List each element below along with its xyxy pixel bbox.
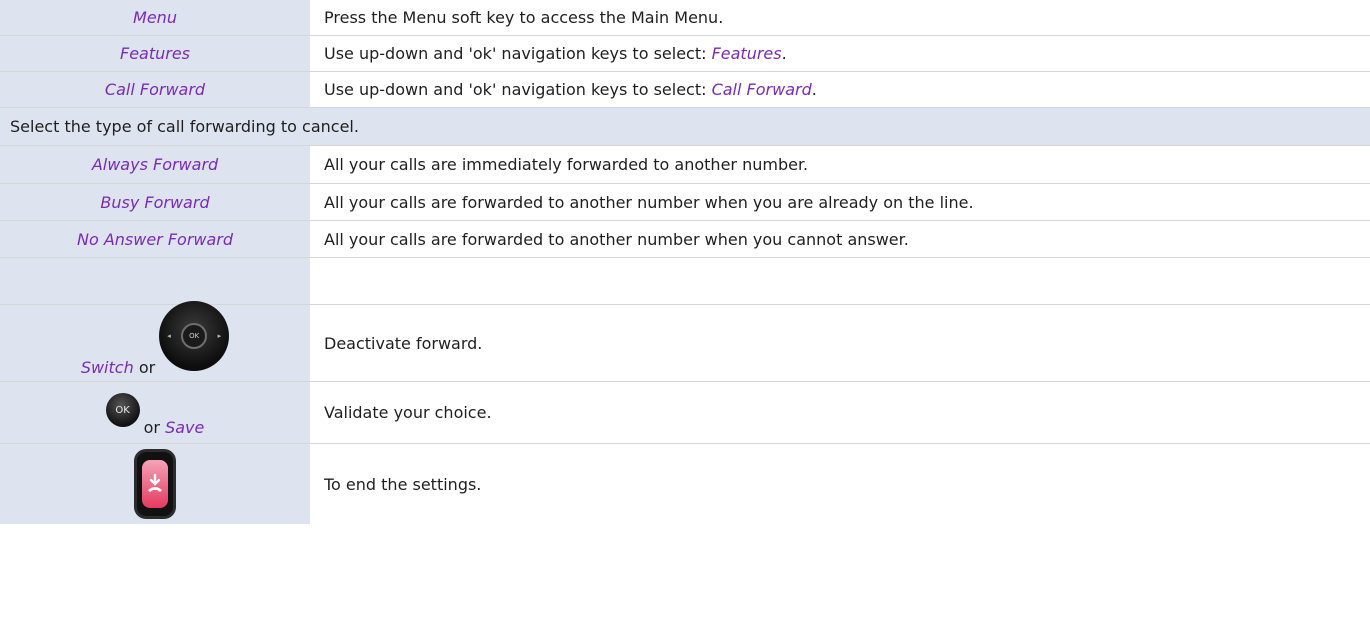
row-description: To end the settings.: [324, 474, 482, 494]
switch-label-group: Switch or: [81, 358, 155, 377]
always-forward-label: Always Forward: [91, 155, 219, 174]
left-arrow-icon: ◂: [167, 332, 171, 340]
description-text: Use up-down and 'ok' navigation keys to …: [324, 80, 712, 99]
table-row: Features Use up-down and 'ok' navigation…: [0, 36, 1370, 72]
row-key: Busy Forward: [0, 184, 310, 220]
table-row: Call Forward Use up-down and 'ok' naviga…: [0, 72, 1370, 108]
row-key: Features: [0, 36, 310, 71]
row-description: All your calls are forwarded to another …: [324, 192, 974, 212]
call-forward-label: Call Forward: [104, 80, 206, 99]
or-text: or: [138, 358, 156, 377]
description-suffix: .: [781, 44, 787, 63]
table-row: Menu Press the Menu soft key to access t…: [0, 0, 1370, 36]
save-label-group: or Save: [144, 418, 205, 437]
description-emphasis: Features: [711, 44, 782, 63]
row-description: Deactivate forward.: [324, 333, 483, 353]
table-row: Switch or ◂ OK ▸ Deactivate forward.: [0, 301, 1370, 382]
section-header: Select the type of call forwarding to ca…: [0, 108, 1370, 146]
table-row: To end the settings.: [0, 444, 1370, 524]
row-description: All your calls are forwarded to another …: [324, 229, 909, 249]
navigator-key-icon[interactable]: ◂ OK ▸: [159, 301, 230, 371]
table-row-empty: [0, 258, 1370, 305]
row-key: Call Forward: [0, 72, 310, 107]
row-description: Validate your choice.: [324, 403, 492, 422]
table-row: OK or Save Validate your choice.: [0, 382, 1370, 444]
hang-up-key-icon[interactable]: [134, 449, 176, 519]
no-answer-forward-label: No Answer Forward: [76, 229, 234, 249]
hang-up-glyph-icon: [148, 473, 162, 492]
description-suffix: .: [811, 80, 817, 99]
row-key: Menu: [0, 0, 310, 35]
table-row: Busy Forward All your calls are forwarde…: [0, 184, 1370, 221]
hang-up-red-key: [142, 460, 168, 508]
ok-key-icon[interactable]: OK: [105, 393, 140, 427]
row-key: Always Forward: [0, 146, 310, 183]
switch-softkey-label: Switch: [80, 358, 134, 377]
row-key: No Answer Forward: [0, 221, 310, 257]
instructions-table: Menu Press the Menu soft key to access t…: [0, 0, 1370, 524]
row-key: [0, 444, 310, 524]
table-row: No Answer Forward All your calls are for…: [0, 221, 1370, 258]
features-label: Features: [119, 44, 191, 63]
right-arrow-icon: ▸: [217, 332, 222, 340]
save-softkey-label: Save: [165, 418, 205, 437]
description-text: Use up-down and 'ok' navigation keys to …: [324, 44, 712, 63]
table-row: Always Forward All your calls are immedi…: [0, 146, 1370, 184]
row-description: Press the Menu soft key to access the Ma…: [324, 8, 724, 27]
row-key: [0, 258, 310, 304]
busy-forward-label: Busy Forward: [100, 192, 210, 212]
menu-softkey-label: Menu: [133, 8, 177, 27]
ok-center-key: OK: [181, 323, 208, 349]
row-key: Switch or ◂ OK ▸: [0, 301, 310, 381]
or-text: or: [143, 418, 160, 437]
row-key: OK or Save: [0, 382, 310, 443]
row-description: Use up-down and 'ok' navigation keys to …: [310, 44, 1370, 63]
row-description: Use up-down and 'ok' navigation keys to …: [310, 80, 1370, 99]
row-description: All your calls are immediately forwarded…: [324, 155, 809, 174]
description-emphasis: Call Forward: [711, 80, 812, 99]
